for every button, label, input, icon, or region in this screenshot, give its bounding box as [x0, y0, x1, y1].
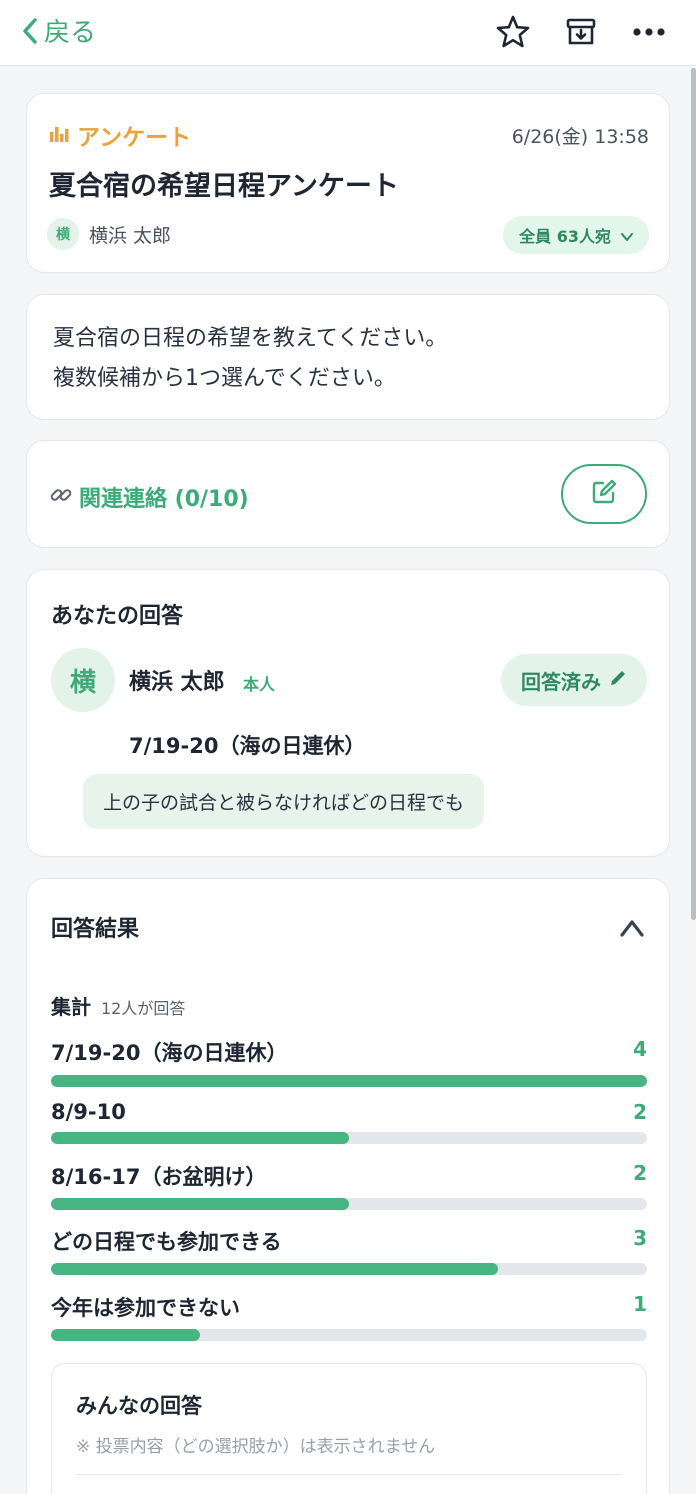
option-label: 8/16-17（お盆明け） [51, 1165, 267, 1189]
option-bar-fill [51, 1075, 647, 1087]
message-body: 夏合宿の日程の希望を教えてください。 複数候補から1つ選んでください。 [53, 319, 447, 399]
chevron-up-icon [620, 919, 644, 941]
results-card: 回答結果 集計 12人が回答 7/19-20（海の日連休） 4 8/9-10 2… [26, 878, 670, 1494]
pencil-icon [609, 668, 627, 692]
sender: 横 横浜 太郎 [47, 218, 171, 250]
related-card: 関連連絡 (0/10) [26, 440, 670, 548]
result-option: 7/19-20（海の日連休） 4 [51, 1037, 647, 1087]
message-line: 夏合宿の日程の希望を教えてください。 [53, 326, 448, 351]
link-icon [49, 483, 73, 511]
summary-title: 集計 [51, 995, 91, 1019]
option-label: 7/19-20（海の日連休） [51, 1041, 288, 1065]
option-label: どの日程でも参加できる [51, 1230, 282, 1254]
chevron-left-icon [22, 17, 38, 45]
results-title: 回答結果 [51, 917, 140, 942]
sender-name: 横浜 太郎 [89, 224, 172, 247]
page-title: 夏合宿の希望日程アンケート [49, 171, 399, 202]
answer-comment: 上の子の試合と被らなければどの日程でも [83, 774, 485, 829]
option-count: 3 [633, 1226, 647, 1250]
answered-edit-button[interactable]: 回答済み [501, 654, 647, 706]
more-icon[interactable] [629, 12, 669, 52]
answered-label: 回答済み [521, 669, 601, 694]
recipients-button[interactable]: 全員 63人宛 [503, 216, 649, 254]
compose-related-button[interactable] [561, 464, 647, 524]
option-count: 2 [633, 1100, 647, 1124]
option-bar [51, 1075, 647, 1087]
recipients-label: 全員 63人宛 [519, 227, 611, 246]
result-option: 8/16-17（お盆明け） 2 [51, 1161, 647, 1210]
archive-icon[interactable] [561, 12, 601, 52]
option-bar-fill [51, 1329, 200, 1341]
selected-choice: 7/19-20（海の日連休） [129, 734, 366, 758]
everyone-title: みんなの回答 [76, 1394, 202, 1418]
edit-icon [590, 478, 618, 510]
option-label: 8/9-10 [51, 1100, 126, 1124]
sent-datetime: 6/26(金) 13:58 [511, 126, 649, 148]
result-option: どの日程でも参加できる 3 [51, 1226, 647, 1275]
respondent-count: 12人が回答 [101, 999, 186, 1018]
message-line: 複数候補から1つ選んでください。 [53, 366, 396, 391]
avatar: 横 [51, 648, 115, 712]
option-bar [51, 1329, 647, 1341]
option-count: 4 [633, 1037, 647, 1061]
survey-type-label: アンケート [77, 125, 192, 151]
option-count: 2 [633, 1161, 647, 1185]
survey-type: アンケート [49, 118, 191, 152]
back-label: 戻る [44, 18, 97, 48]
option-label: 今年は参加できない [51, 1296, 240, 1320]
self-tag: 本人 [243, 675, 276, 694]
summary: 集計 12人が回答 [51, 991, 185, 1020]
option-bar [51, 1198, 647, 1210]
survey-header-card: アンケート 6/26(金) 13:58 夏合宿の希望日程アンケート 横 横浜 太… [26, 93, 670, 273]
divider [76, 1474, 622, 1475]
related-label: 関連連絡 (0/10) [79, 487, 249, 512]
bar-chart-icon [49, 123, 69, 147]
top-bar: 戻る [0, 0, 696, 66]
option-bar [51, 1263, 647, 1275]
collapse-button[interactable] [617, 915, 647, 945]
your-answer-title: あなたの回答 [51, 604, 184, 629]
back-button[interactable]: 戻る [22, 12, 96, 49]
option-bar [51, 1132, 647, 1144]
star-icon[interactable] [493, 12, 533, 52]
result-option: 今年は参加できない 1 [51, 1292, 647, 1341]
your-answer-card: あなたの回答 横 横浜 太郎 本人 回答済み 7/19-20（海の日連休） 上の… [26, 569, 670, 857]
option-bar-fill [51, 1198, 349, 1210]
option-bar-fill [51, 1263, 498, 1275]
chevron-down-icon [621, 226, 633, 245]
everyone-note: ※ 投票内容（どの選択肢か）は表示されません [76, 1437, 436, 1457]
message-body-card: 夏合宿の日程の希望を教えてください。 複数候補から1つ選んでください。 [26, 294, 670, 420]
respondent-name: 横浜 太郎 [129, 670, 225, 695]
option-bar-fill [51, 1132, 349, 1144]
related-messages-link[interactable]: 関連連絡 (0/10) [49, 481, 249, 513]
option-count: 1 [633, 1292, 647, 1316]
result-option: 8/9-10 2 [51, 1100, 647, 1144]
everyone-answers: みんなの回答 ※ 投票内容（どの選択肢か）は表示されません [51, 1363, 647, 1494]
avatar: 横 [47, 218, 79, 250]
scrollbar[interactable] [691, 68, 696, 920]
